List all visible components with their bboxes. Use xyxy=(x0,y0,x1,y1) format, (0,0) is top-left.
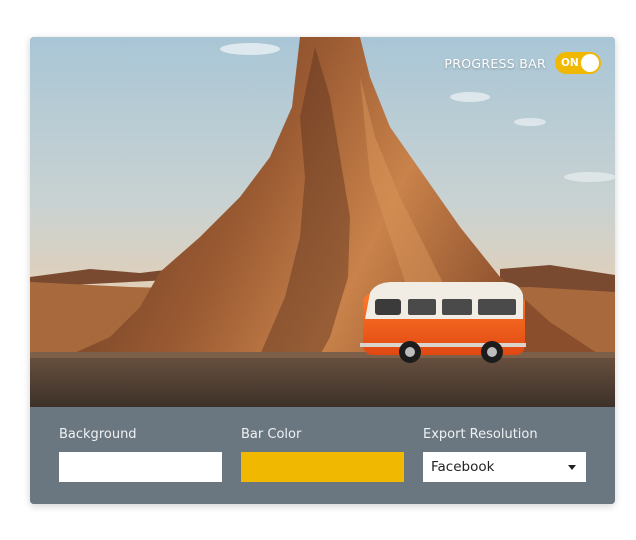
export-resolution-value: Facebook xyxy=(431,459,495,475)
background-label: Background xyxy=(59,427,137,442)
van-graphic xyxy=(360,282,526,363)
preview-photo: PROGRESS BAR ON xyxy=(30,37,615,407)
toggle-state-text: ON xyxy=(561,57,579,69)
landscape-image xyxy=(30,37,615,407)
export-resolution-label: Export Resolution xyxy=(423,427,538,442)
progress-bar-label: PROGRESS BAR xyxy=(444,55,546,71)
background-color-swatch[interactable] xyxy=(59,452,222,482)
toggle-knob xyxy=(581,54,599,72)
chevron-down-icon xyxy=(568,464,576,470)
progress-bar-toggle-group: PROGRESS BAR ON xyxy=(444,52,601,74)
background-field: Background xyxy=(59,425,223,482)
bar-color-field: Bar Color xyxy=(241,425,405,482)
bar-color-label: Bar Color xyxy=(241,427,302,442)
export-resolution-select[interactable]: Facebook xyxy=(423,452,586,482)
bar-color-swatch[interactable] xyxy=(241,452,404,482)
export-resolution-field: Export Resolution Facebook xyxy=(423,425,587,482)
editor-card: PROGRESS BAR ON Background Bar Color Exp… xyxy=(30,37,615,504)
progress-bar-toggle[interactable]: ON xyxy=(555,52,601,74)
controls-panel: Background Bar Color Export Resolution F… xyxy=(30,407,615,504)
